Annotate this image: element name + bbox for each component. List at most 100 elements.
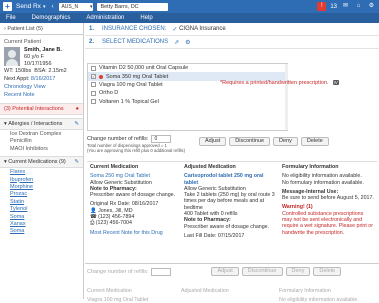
checkbox[interactable]: [91, 99, 96, 105]
alert-icon[interactable]: !: [317, 2, 327, 11]
adjust-button[interactable]: Adjust: [199, 137, 227, 146]
current-patient-label: Current Patient: [4, 39, 41, 45]
chevron-left-icon[interactable]: ‹: [51, 4, 53, 10]
column-header: Adjusted Medication: [181, 288, 229, 294]
chevron-down-icon[interactable]: ▾: [43, 4, 46, 10]
select-medications-label: SELECT MEDICATIONS: [102, 39, 169, 45]
schedule-badge: IV: [332, 80, 339, 85]
medication-select-list: Vitamin D2 50,000 unit Oral Capsule ✓ Som…: [87, 63, 288, 131]
fax: ⎙ (123) 456-7004: [90, 220, 178, 226]
column-header: Formulary Information: [279, 288, 331, 294]
patient-vitals: WT: 150lbs BSA: 2.15m2: [0, 67, 83, 75]
allergies-label: Allergies / Interactions: [8, 121, 63, 127]
adjusted-med-name[interactable]: Carisoprodol tablet 250 mg oral tablet: [184, 173, 276, 186]
patient-age-sex: 60 y/o F: [24, 54, 44, 60]
refills-note: (You are approving this refill plus 0 ad…: [87, 148, 186, 153]
list-item: MAOI Inhibitors: [10, 145, 48, 152]
column-header: Current Medication: [87, 288, 132, 294]
medication-option[interactable]: Ortho D: [88, 89, 287, 97]
checkbox[interactable]: [91, 90, 96, 96]
chronology-view-link[interactable]: Chronology View: [0, 83, 83, 91]
last-fill-date: Last Fill Date: 07/15/2017: [184, 232, 245, 239]
list-item[interactable]: Soma: [10, 214, 79, 221]
medication-option[interactable]: Vitamin D2 50,000 unit Oral Capsule: [88, 64, 287, 72]
medication-name: Ortho D: [99, 90, 119, 97]
list-item[interactable]: Ibuprofen: [10, 177, 79, 184]
gear-icon[interactable]: ⚙: [367, 2, 376, 11]
med-name: Viagra 100 mg Oral Tablet: [87, 297, 149, 303]
menu-administration[interactable]: Administration: [86, 15, 124, 21]
note-text: Prescriber aware of dosage change.: [184, 223, 270, 230]
refills-label: Change number of refills:: [87, 136, 149, 142]
deny-button[interactable]: Deny: [273, 137, 298, 146]
prescriber-name: Jones, Jill, MD: [98, 207, 133, 214]
list-item[interactable]: Flarex: [10, 169, 79, 176]
menu-help[interactable]: Help: [140, 15, 152, 21]
column-header: Adjusted Medication: [184, 164, 236, 170]
patient-list-toggle[interactable]: › Patient List (5): [0, 23, 83, 35]
medication-option[interactable]: Voltaren 1 % Topical Gel: [88, 98, 287, 106]
select-medications-step: 2. SELECT MEDICATIONS ⇗ ⚙: [85, 36, 379, 49]
column-header: Current Medication: [90, 164, 139, 170]
search-input[interactable]: Betty Barrs, DC: [97, 2, 169, 11]
badge-count: 13: [330, 3, 337, 10]
formulary-column: Formulary Information No eligibility inf…: [279, 162, 377, 257]
allergies-header[interactable]: ▾ Allergies / Interactions ✎: [0, 118, 83, 130]
app-title[interactable]: Send Rx: [16, 3, 41, 10]
list-item[interactable]: Soma: [10, 228, 79, 235]
settings-icon[interactable]: ⚙: [185, 39, 190, 46]
recent-note-link[interactable]: Recent Note: [0, 91, 83, 99]
eligibility-text: No eligibility information available.: [282, 173, 362, 180]
menu-demographics[interactable]: Demographics: [32, 15, 71, 21]
list-item: Penicillin: [10, 138, 32, 145]
list-item[interactable]: Xanax: [10, 221, 79, 228]
external-link-icon[interactable]: ⇗: [174, 39, 179, 46]
next-appt-label: Next Appt:: [4, 76, 30, 82]
discontinue-button[interactable]: Discontinue: [229, 137, 271, 146]
delete-button[interactable]: Delete: [313, 267, 342, 276]
medication-detail: Current Medication Soma 250 mg Oral Tabl…: [87, 161, 377, 257]
home-icon[interactable]: ⌂: [354, 2, 363, 11]
checkbox[interactable]: ✓: [91, 74, 96, 80]
insurance-label: INSURANCE CHOSEN:: [102, 26, 167, 32]
list-item[interactable]: Statin: [10, 199, 79, 206]
menu-file[interactable]: File: [6, 15, 16, 21]
list-item[interactable]: Prozac: [10, 191, 79, 198]
message-icon[interactable]: ✉: [341, 2, 350, 11]
formulary-text: No formulary information available.: [282, 179, 364, 186]
step-number: 2.: [89, 39, 95, 45]
list-item: Ice Dextran Complex: [10, 131, 62, 137]
site-select[interactable]: AUS_N: [59, 2, 94, 11]
plus-icon[interactable]: +: [3, 2, 12, 11]
checkbox[interactable]: [91, 65, 96, 71]
sig-text: Take 2 tablets (250 mg) by oral route 3 …: [184, 192, 275, 211]
allergy-list: Ice Dextran Complex Penicillin MAOI Inhi…: [0, 130, 83, 154]
list-item[interactable]: Morphine: [10, 184, 79, 191]
patient-weight: WT: 150lbs: [4, 68, 32, 74]
deny-button[interactable]: Deny: [285, 267, 311, 276]
list-item[interactable]: Tylenol: [10, 206, 79, 213]
warning-text: Controlled substance prescriptions may n…: [282, 210, 373, 236]
discontinue-button[interactable]: Discontinue: [241, 267, 283, 276]
medications-header[interactable]: ▾ Current Medications (9) ✎: [0, 156, 83, 169]
patient-name[interactable]: Smith, Jane B.: [24, 47, 62, 53]
potential-interactions-label: (3) Potential Interactions: [4, 106, 64, 112]
next-appt-link[interactable]: 8/16/2017: [31, 76, 55, 82]
potential-interactions[interactable]: (3) Potential Interactions ●: [0, 103, 83, 115]
adjust-button[interactable]: Adjust: [211, 267, 239, 276]
note-text: Prescriber aware of dosage change.: [90, 192, 176, 199]
checkbox[interactable]: [91, 82, 96, 88]
scrollbar[interactable]: [285, 64, 288, 130]
edit-icon[interactable]: ✎: [74, 159, 79, 165]
edit-icon[interactable]: ✎: [74, 121, 79, 127]
check-icon: ✓: [172, 26, 180, 33]
recent-note-link[interactable]: Most Recent Note for this Drug: [90, 230, 178, 236]
insurance-step: 1. INSURANCE CHOSEN: ✓ CIGNA Insurance: [85, 23, 379, 36]
medication-list: Flarex Ibuprofen Morphine Prozac Statin …: [0, 168, 83, 237]
medication-name: Voltaren 1 % Topical Gel: [99, 98, 159, 105]
patient-dob: 10/17/1956: [24, 61, 52, 67]
refills-stepper[interactable]: [151, 267, 172, 276]
delete-button[interactable]: Delete: [300, 137, 329, 146]
orig-date: 08/16/2017: [131, 201, 159, 208]
refills-stepper[interactable]: 0: [151, 135, 172, 143]
